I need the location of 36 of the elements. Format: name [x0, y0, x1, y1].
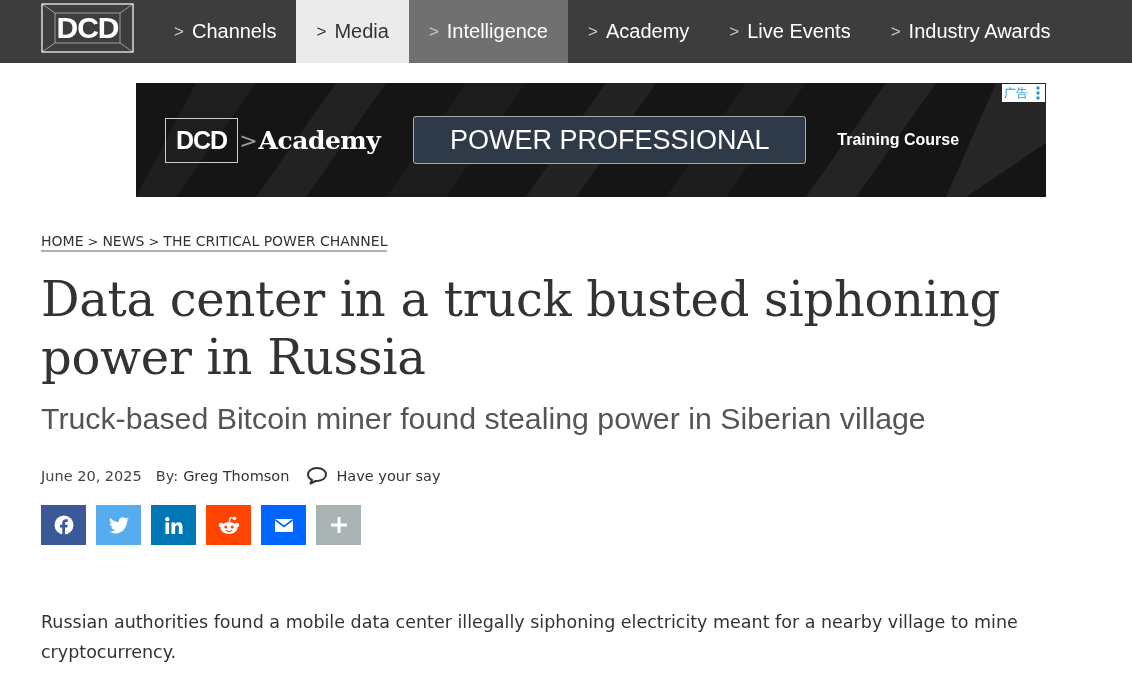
breadcrumb-link[interactable]: HOME: [41, 233, 84, 249]
ad-tagline: Training Course: [837, 131, 960, 149]
article-title: Data center in a truck busted siphoning power in Russia: [41, 270, 1001, 386]
article-subtitle: Truck-based Bitcoin miner found stealing power in Siberian village: [41, 402, 927, 436]
ad-headline: POWER PROFESSIONAL: [413, 116, 807, 164]
share-button[interactable]: [41, 505, 86, 545]
byline-label: By:: [155, 467, 179, 484]
share-button[interactable]: [206, 505, 251, 545]
nav-link[interactable]: > Industry Awards: [870, 0, 1071, 63]
nav-link[interactable]: > Media: [296, 0, 409, 63]
breadcrumb-link[interactable]: NEWS: [102, 233, 145, 249]
nav-link[interactable]: > Intelligence: [408, 0, 568, 63]
ad-banner[interactable]: DCD >Academy POWER PROFESSIONAL Training Course 广告: [136, 83, 1046, 197]
nav-link[interactable]: > Live Events: [709, 0, 871, 63]
share-button[interactable]: [151, 505, 196, 545]
ad-separator: >: [239, 127, 258, 153]
nav-link[interactable]: > Academy: [568, 0, 710, 63]
publish-date: June 20, 2025: [41, 467, 142, 484]
bird-icon: [108, 516, 129, 534]
site-logo[interactable]: DCD: [41, 3, 134, 53]
speech-bubble-icon: [306, 466, 329, 485]
envelope-icon: [274, 518, 293, 532]
facebook-icon: [53, 515, 74, 535]
breadcrumb-separator: >: [87, 234, 99, 249]
article-paragraph: Russian authorities found a mobile data center illegally siphoning electricity meant for a nearby village to mine cryptocurrency.: [41, 611, 1019, 664]
author-link[interactable]: Greg Thomson: [183, 467, 290, 484]
linkedin-icon: [164, 516, 183, 534]
comments-link[interactable]: Have your say: [306, 466, 441, 485]
breadcrumb-separator: >: [148, 234, 160, 249]
ad-brand: Academy: [258, 125, 381, 155]
share-button[interactable]: [261, 505, 306, 545]
alien-head-icon: [217, 515, 240, 535]
ad-logo: DCD: [165, 117, 239, 163]
nav-link[interactable]: > Channels: [154, 0, 297, 63]
breadcrumb-link[interactable]: THE CRITICAL POWER CHANNEL: [163, 233, 388, 249]
plus-icon: [330, 517, 347, 533]
